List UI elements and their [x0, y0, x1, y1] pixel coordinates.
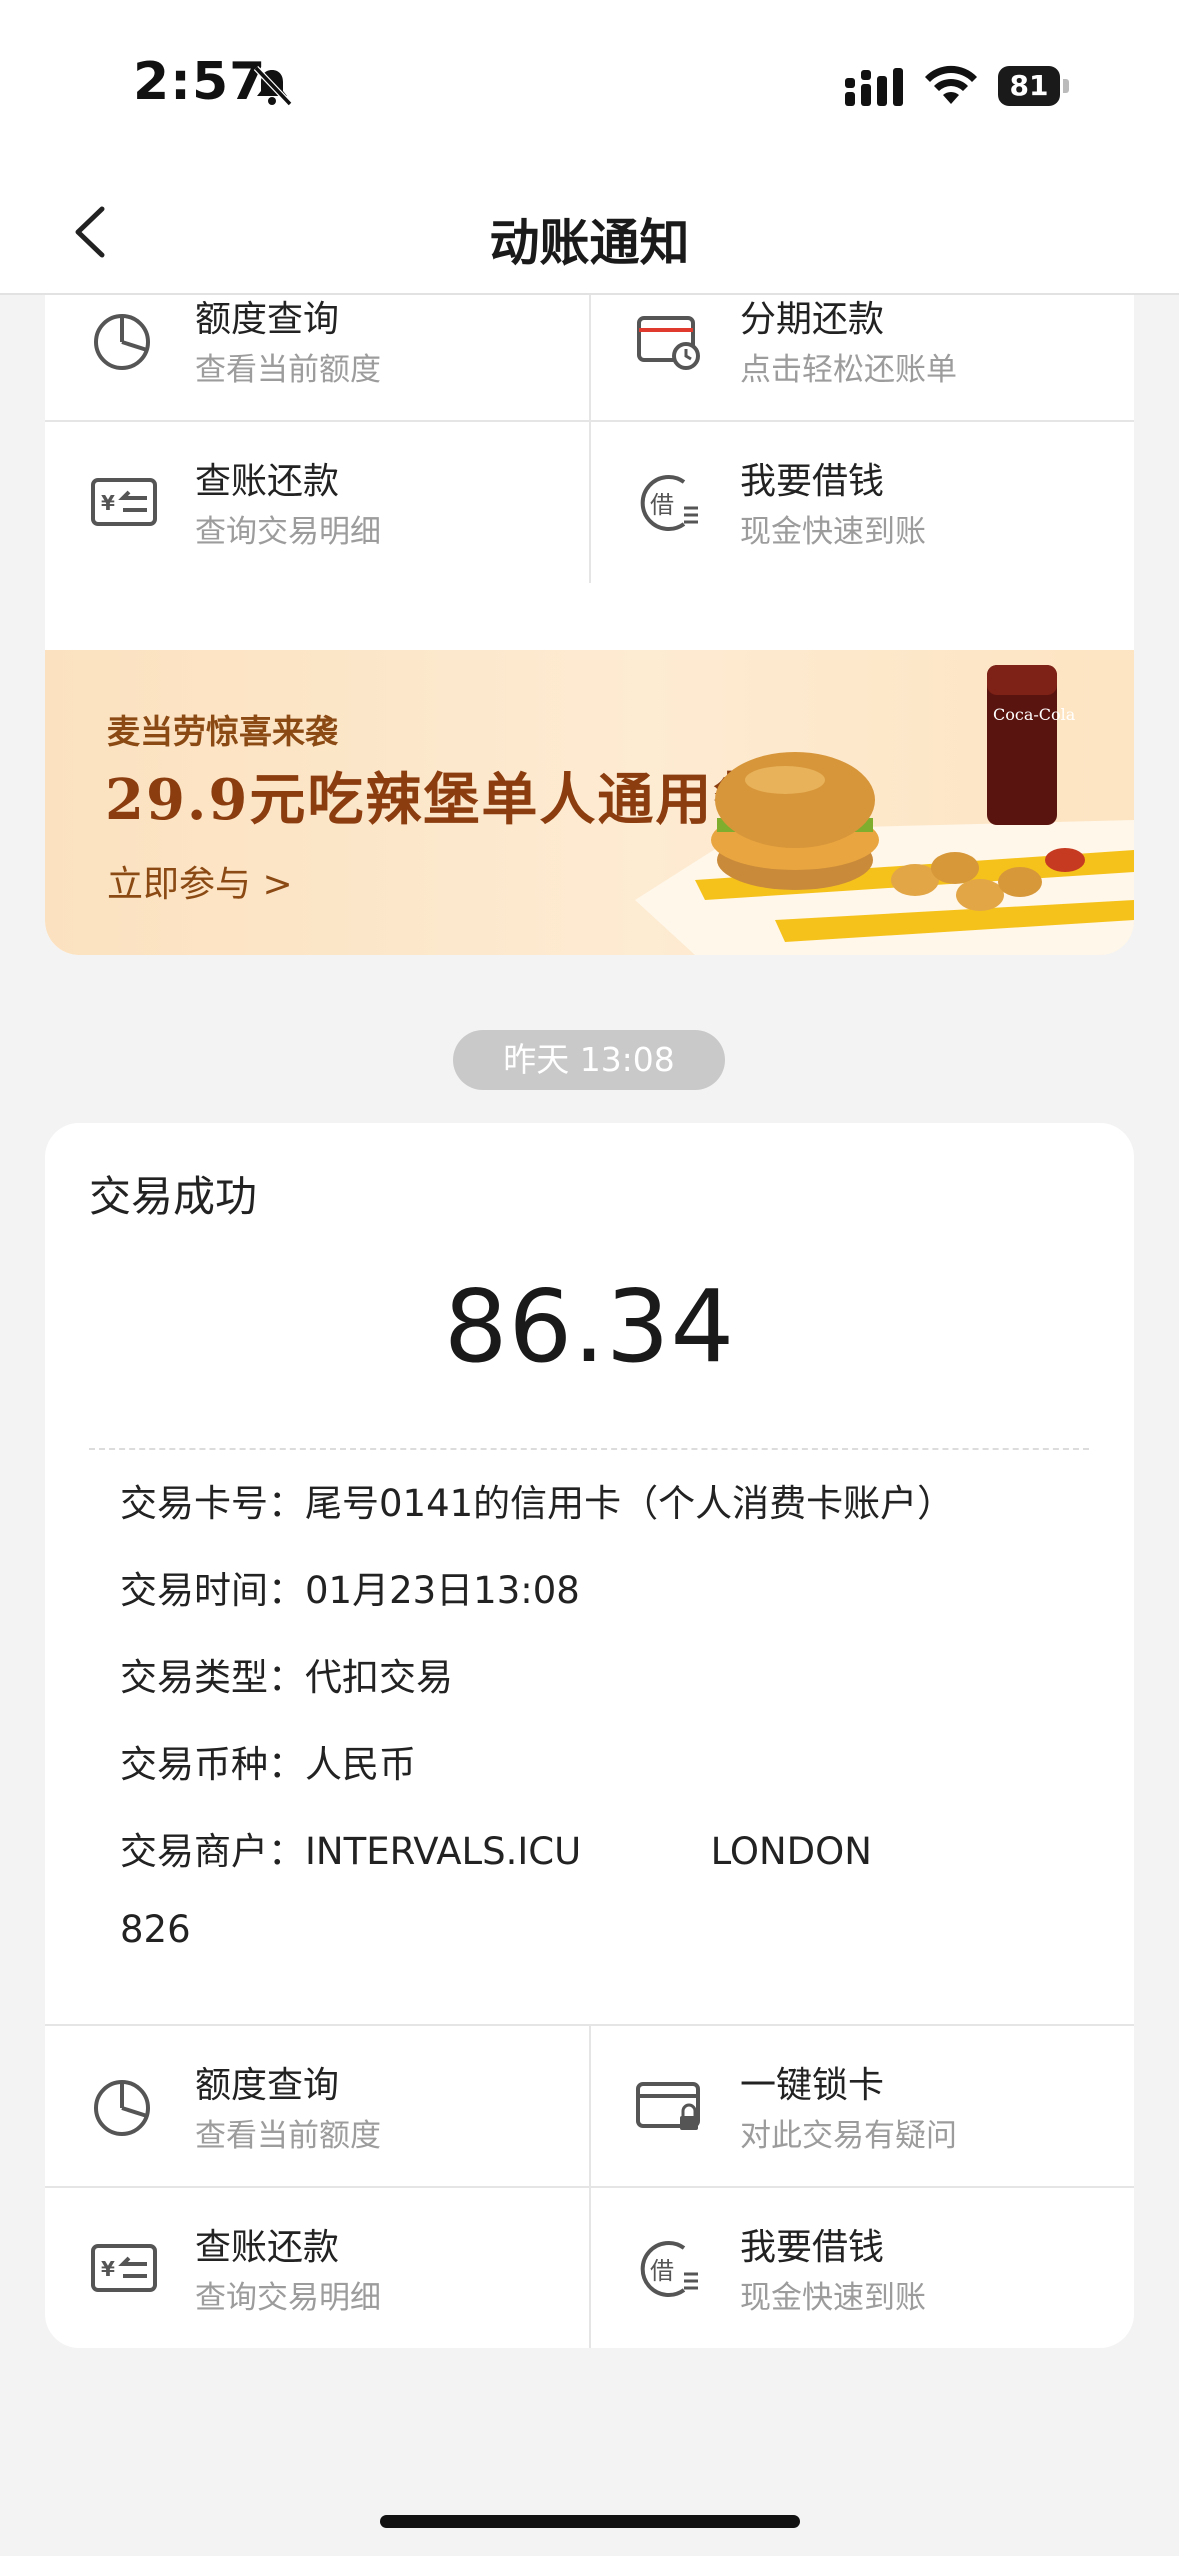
nav-bar: 动账通知	[0, 175, 1179, 295]
action-subtitle: 查询交易明细	[195, 514, 381, 550]
svg-text:¥: ¥	[101, 491, 115, 515]
action-check-repay[interactable]: ¥ 查账还款 查询交易明细	[45, 422, 589, 582]
detail-value: 尾号0141的信用卡（个人消费卡账户）	[305, 1482, 955, 1525]
action-subtitle: 对此交易有疑问	[740, 2118, 957, 2154]
action-title: 一键锁卡	[740, 2065, 885, 2106]
top-actions-card: 额度查询 查看当前额度 分期还款 点击轻松还账单 ¥ 查账还款 查询交易明细 借…	[45, 295, 1134, 955]
detail-merchant: 交易商户：INTERVALS.ICU LONDON	[120, 1821, 872, 1875]
detail-value: 人民币	[305, 1743, 416, 1786]
action-subtitle: 查看当前额度	[195, 2118, 381, 2154]
wifi-icon	[925, 65, 977, 104]
action-title: 查账还款	[195, 2227, 340, 2268]
silent-bell-icon	[253, 65, 293, 107]
svg-text:Coca-Cola: Coca-Cola	[993, 705, 1076, 724]
svg-text:¥: ¥	[101, 2257, 115, 2281]
message-timestamp: 昨天 13:08	[453, 1030, 725, 1090]
banner-cta[interactable]: 立即参与 >	[107, 855, 293, 907]
action-title: 额度查询	[195, 299, 340, 340]
status-bar: 2:57 81	[0, 0, 1179, 175]
divider	[589, 295, 591, 583]
action-title: 我要借钱	[740, 2227, 885, 2268]
page-title: 动账通知	[489, 214, 690, 272]
detail-value: 01月23日13:08	[305, 1569, 580, 1612]
yen-card-icon: ¥	[91, 478, 157, 526]
detail-value: INTERVALS.ICU LONDON	[305, 1830, 872, 1873]
transaction-card: 交易成功 86.34 交易卡号：尾号0141的信用卡（个人消费卡账户） 交易时间…	[45, 1123, 1134, 2348]
detail-currency: 交易币种：人民币	[120, 1734, 416, 1788]
detail-label: 交易币种：	[120, 1743, 305, 1786]
action-title: 查账还款	[195, 461, 340, 502]
action-subtitle: 现金快速到账	[740, 514, 926, 550]
burger-meal-illustration: Coca-Cola	[635, 665, 1134, 955]
action-quota-query[interactable]: 额度查询 查看当前额度	[45, 2026, 589, 2186]
detail-merchant-line2: 826	[120, 1908, 191, 1951]
battery-level: 81	[1009, 69, 1049, 102]
cellular-signal-icon	[845, 68, 903, 106]
action-subtitle: 点击轻松还账单	[740, 352, 957, 388]
transaction-amount: 86.34	[443, 1268, 736, 1385]
detail-label: 交易卡号：	[120, 1482, 305, 1525]
detail-label: 交易时间：	[120, 1569, 305, 1612]
detail-label: 交易商户：	[120, 1830, 305, 1873]
svg-text:借: 借	[650, 491, 674, 519]
home-indicator[interactable]	[380, 2515, 800, 2528]
action-quota-query[interactable]: 额度查询 查看当前额度	[45, 295, 589, 420]
action-installment-repay[interactable]: 分期还款 点击轻松还账单	[590, 295, 1134, 420]
detail-value: 代扣交易	[305, 1656, 453, 1699]
yen-card-icon: ¥	[91, 2244, 157, 2292]
action-title: 额度查询	[195, 2065, 340, 2106]
svg-text:借: 借	[650, 2257, 674, 2285]
transaction-status: 交易成功	[89, 1172, 258, 1221]
action-borrow[interactable]: 借 我要借钱 现金快速到账	[590, 422, 1134, 582]
status-time: 2:57	[133, 52, 267, 112]
action-title: 我要借钱	[740, 461, 885, 502]
action-borrow[interactable]: 借 我要借钱 现金快速到账	[590, 2188, 1134, 2348]
borrow-icon: 借	[640, 2241, 698, 2297]
card-lock-icon	[636, 2082, 700, 2130]
promo-banner[interactable]: 麦当劳惊喜来袭 29.9元吃辣堡单人通用餐! 立即参与 > Coca-Cola	[45, 650, 1134, 955]
card-clock-icon	[637, 316, 700, 370]
action-title: 分期还款	[740, 299, 885, 340]
detail-card-number: 交易卡号：尾号0141的信用卡（个人消费卡账户）	[120, 1473, 954, 1527]
dashed-divider	[89, 1448, 1089, 1450]
detail-label: 交易类型：	[120, 1656, 305, 1699]
action-subtitle: 查看当前额度	[195, 352, 381, 388]
action-subtitle: 现金快速到账	[740, 2280, 926, 2316]
action-check-repay[interactable]: ¥ 查账还款 查询交易明细	[45, 2188, 589, 2348]
pie-chart-icon	[94, 2080, 150, 2136]
banner-subtitle: 麦当劳惊喜来袭	[107, 712, 338, 751]
action-lock-card[interactable]: 一键锁卡 对此交易有疑问	[590, 2026, 1134, 2186]
borrow-icon: 借	[640, 475, 698, 531]
action-subtitle: 查询交易明细	[195, 2280, 381, 2316]
detail-time: 交易时间：01月23日13:08	[120, 1560, 580, 1614]
pie-chart-icon	[94, 314, 150, 370]
divider	[589, 2026, 591, 2348]
battery-icon: 81	[998, 66, 1070, 106]
detail-type: 交易类型：代扣交易	[120, 1647, 453, 1701]
